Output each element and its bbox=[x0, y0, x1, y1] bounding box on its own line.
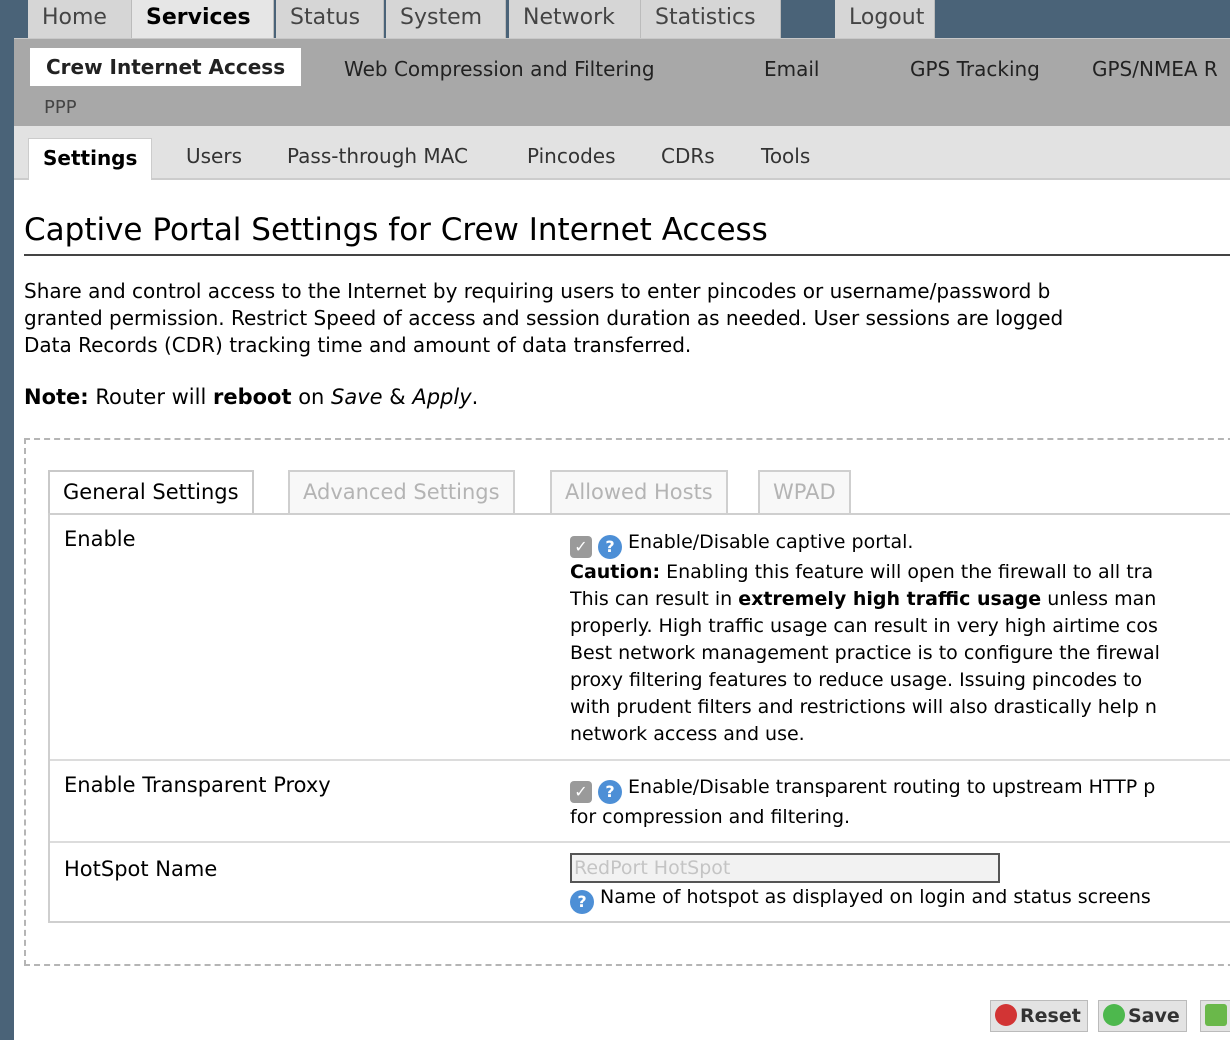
caution-text: This can result in bbox=[570, 588, 739, 610]
tab-advanced-settings[interactable]: Advanced Settings bbox=[288, 470, 515, 514]
nav-tab-statistics[interactable]: Statistics bbox=[641, 0, 781, 38]
subnav-web-compression[interactable]: Web Compression and Filtering bbox=[344, 57, 655, 81]
note-text: Router will bbox=[88, 385, 213, 409]
subnav-ppp[interactable]: PPP bbox=[44, 97, 77, 118]
caution-emphasis: extremely high traffic usage bbox=[738, 588, 1042, 610]
section-navigation: Settings Users Pass-through MAC Pincodes… bbox=[14, 126, 1230, 182]
tab-pass-through-mac[interactable]: Pass-through MAC bbox=[287, 144, 468, 168]
hotspot-name-help: Name of hotspot as displayed on login an… bbox=[600, 886, 1151, 908]
transparent-proxy-description: Enable/Disable transparent routing to up… bbox=[628, 776, 1156, 798]
general-settings-panel: Enable ✓? Enable/Disable captive portal.… bbox=[48, 513, 1230, 923]
apply-button[interactable] bbox=[1200, 1000, 1230, 1032]
subnav-email[interactable]: Email bbox=[764, 57, 820, 81]
apply-icon bbox=[1205, 1004, 1227, 1026]
note-save: Save bbox=[331, 385, 383, 409]
main-content: Captive Portal Settings for Crew Interne… bbox=[14, 180, 1230, 1040]
caution-text: network access and use. bbox=[570, 723, 805, 745]
hotspot-name-value: ? Name of hotspot as displayed on login … bbox=[570, 853, 1230, 914]
note-text: on bbox=[291, 385, 332, 409]
page-description: Share and control access to the Internet… bbox=[24, 278, 1230, 359]
description-line: Share and control access to the Internet… bbox=[24, 279, 1051, 303]
help-icon[interactable]: ? bbox=[598, 535, 622, 559]
top-navigation: Home Services Status System Network Stat… bbox=[14, 0, 1230, 38]
reset-label: Reset bbox=[1020, 1005, 1081, 1027]
title-divider bbox=[24, 254, 1230, 256]
reset-icon bbox=[995, 1004, 1017, 1026]
transparent-proxy-value: ✓? Enable/Disable transparent routing to… bbox=[570, 774, 1230, 831]
note-text: . bbox=[471, 385, 479, 409]
nav-tab-status[interactable]: Status bbox=[276, 0, 384, 38]
tab-wpad[interactable]: WPAD bbox=[758, 470, 851, 514]
nav-tab-system[interactable]: System bbox=[386, 0, 506, 38]
caution-text: Enabling this feature will open the fire… bbox=[660, 561, 1154, 583]
setting-row-transparent-proxy: Enable Transparent Proxy ✓? Enable/Disab… bbox=[50, 761, 1230, 843]
transparent-proxy-label: Enable Transparent Proxy bbox=[64, 773, 331, 797]
nav-tab-home[interactable]: Home bbox=[28, 0, 132, 38]
hotspot-name-input[interactable] bbox=[570, 853, 1000, 883]
subnav-crew-internet-access[interactable]: Crew Internet Access bbox=[30, 48, 302, 86]
transparent-proxy-description: for compression and filtering. bbox=[570, 806, 851, 828]
reboot-note: Note: Router will reboot on Save & Apply… bbox=[24, 385, 478, 409]
setting-row-enable: Enable ✓? Enable/Disable captive portal.… bbox=[50, 515, 1230, 761]
enable-value: ✓? Enable/Disable captive portal. Cautio… bbox=[570, 529, 1230, 748]
caution-text: properly. High traffic usage can result … bbox=[570, 615, 1158, 637]
help-icon[interactable]: ? bbox=[598, 780, 622, 804]
setting-row-hotspot-name: HotSpot Name ? Name of hotspot as displa… bbox=[50, 843, 1230, 923]
tab-tools[interactable]: Tools bbox=[761, 144, 810, 168]
nav-tab-services[interactable]: Services bbox=[132, 0, 274, 38]
caution-text: Best network management practice is to c… bbox=[570, 642, 1160, 664]
note-reboot: reboot bbox=[213, 385, 292, 409]
caution-label: Caution: bbox=[570, 561, 661, 583]
subnav-gps-nmea[interactable]: GPS/NMEA R bbox=[1092, 57, 1218, 81]
checkmark-icon bbox=[1103, 1004, 1125, 1026]
caution-text: with prudent filters and restrictions wi… bbox=[570, 696, 1157, 718]
hotspot-name-label: HotSpot Name bbox=[64, 857, 218, 881]
sub-navigation: Crew Internet Access Web Compression and… bbox=[14, 38, 1230, 126]
page-title: Captive Portal Settings for Crew Interne… bbox=[24, 212, 768, 248]
tab-general-settings[interactable]: General Settings bbox=[48, 470, 254, 514]
note-apply: Apply bbox=[412, 385, 472, 409]
enable-label: Enable bbox=[64, 527, 136, 551]
nav-tab-network[interactable]: Network bbox=[509, 0, 641, 38]
note-text: & bbox=[382, 385, 413, 409]
caution-text: unless man bbox=[1041, 588, 1157, 610]
enable-description: Enable/Disable captive portal. bbox=[628, 531, 914, 553]
nav-tab-logout[interactable]: Logout bbox=[835, 0, 935, 38]
save-button[interactable]: Save bbox=[1098, 1000, 1187, 1032]
reset-button[interactable]: Reset bbox=[990, 1000, 1088, 1032]
tab-pincodes[interactable]: Pincodes bbox=[527, 144, 616, 168]
note-label: Note: bbox=[24, 385, 89, 409]
help-icon[interactable]: ? bbox=[570, 890, 594, 914]
save-label: Save bbox=[1128, 1005, 1180, 1027]
description-line: Data Records (CDR) tracking time and amo… bbox=[24, 333, 692, 357]
transparent-proxy-checkbox[interactable]: ✓ bbox=[570, 781, 592, 803]
tab-settings[interactable]: Settings bbox=[28, 138, 153, 182]
tab-users[interactable]: Users bbox=[186, 144, 242, 168]
enable-checkbox[interactable]: ✓ bbox=[570, 536, 592, 558]
subnav-gps-tracking[interactable]: GPS Tracking bbox=[910, 57, 1040, 81]
tab-cdrs[interactable]: CDRs bbox=[661, 144, 715, 168]
caution-text: proxy filtering features to reduce usage… bbox=[570, 669, 1143, 691]
tab-allowed-hosts[interactable]: Allowed Hosts bbox=[550, 470, 728, 514]
description-line: granted permission. Restrict Speed of ac… bbox=[24, 306, 1064, 330]
